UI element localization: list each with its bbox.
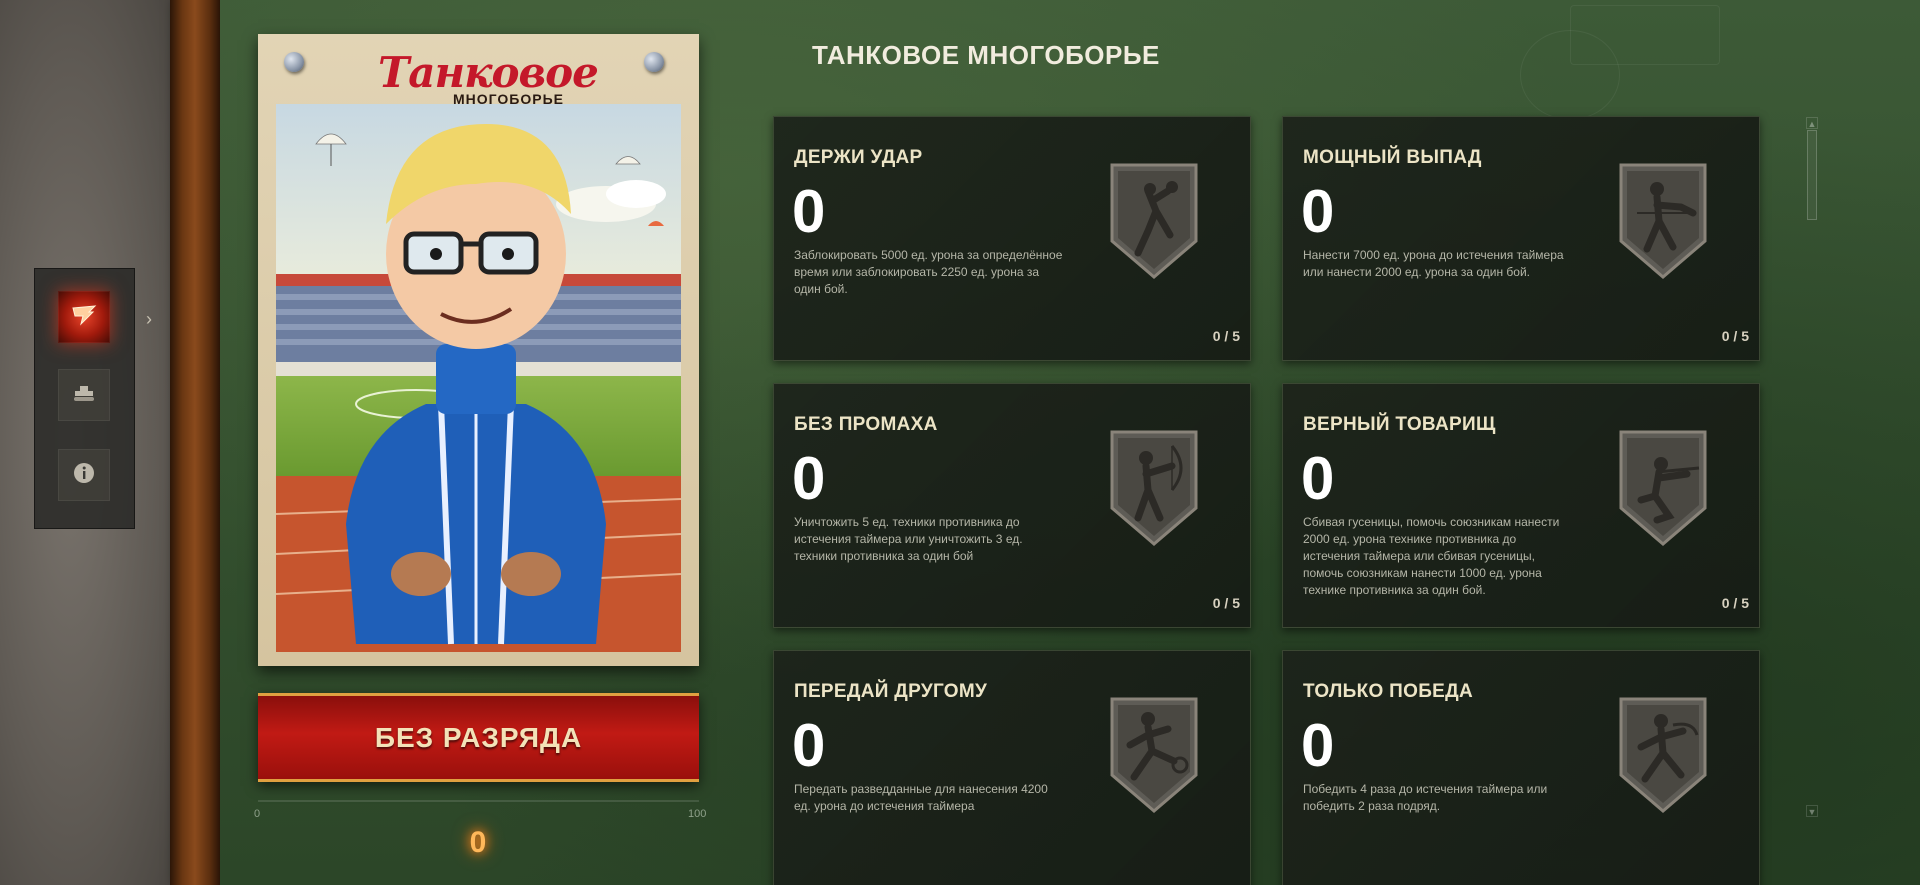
card-description: Заблокировать 5000 ед. урона за определё… [794,248,1063,296]
progress-min-label: 0 [254,808,261,820]
volleyball-player-badge-icon [1108,161,1200,281]
progress-max-label: 100 [688,808,707,820]
pin-icon [284,52,304,72]
shooter-badge-icon [1617,428,1709,548]
wooden-frame [170,0,220,885]
card-title: ТОЛЬКО ПОБЕДА [1303,681,1474,702]
card-title: ДЕРЖИ УДАР [794,147,923,168]
card-description: Нанести 7000 ед. урона до истечения тайм… [1303,248,1564,279]
progress-value: 0 [469,826,487,859]
card-progress: 0 / 5 [1212,595,1240,611]
scrollbar-thumb[interactable] [1807,130,1817,220]
nav-item-tank[interactable] [58,369,110,421]
card-title: БЕЗ ПРОМАХА [794,414,938,435]
event-poster: Танковое МНОГОБОРЬЕ [258,34,699,666]
card-count: 0 [1301,178,1335,245]
event-emblem-icon [71,304,97,331]
nav-item-event[interactable] [58,291,110,343]
page-title: ТАНКОВОЕ МНОГОБОРЬЕ [812,40,1160,70]
challenge-card[interactable]: МОЩНЫЙ ВЫПАД 0 Нанести 7000 ед. урона до… [1282,116,1760,361]
challenge-card[interactable]: ВЕРНЫЙ ТОВАРИЩ 0 Сбивая гусеницы, помочь… [1282,383,1760,628]
card-title: ПЕРЕДАЙ ДРУГОМУ [794,681,988,702]
card-title: МОЩНЫЙ ВЫПАД [1303,147,1482,168]
pin-icon [644,52,664,72]
archer-badge-icon [1108,428,1200,548]
card-description: Сбивая гусеницы, помочь союзникам нанест… [1303,515,1560,597]
card-description: Передать разведданные для нанесения 4200… [794,782,1048,813]
rank-label: БЕЗ РАЗРЯДА [374,721,583,753]
scroll-up-button[interactable]: ▲ [1806,117,1818,129]
poster-subtitle: МНОГОБОРЬЕ [453,91,564,107]
challenge-card[interactable]: ПЕРЕДАЙ ДРУГОМУ 0 Передать разведданные … [773,650,1251,885]
scroll-down-button[interactable]: ▼ [1806,805,1818,817]
card-progress: 0 / 5 [1212,328,1240,344]
card-count: 0 [792,445,826,512]
card-description: Победить 4 раза до истечения таймера или… [1303,782,1548,813]
poster-title: Танковое [378,48,599,97]
tank-icon [72,384,96,407]
card-count: 0 [792,178,826,245]
side-navigation [34,268,135,529]
card-progress: 0 / 5 [1721,595,1749,611]
fencer-badge-icon [1617,161,1709,281]
challenge-card[interactable]: ТОЛЬКО ПОБЕДА 0 Победить 4 раза до истеч… [1282,650,1760,885]
card-count: 0 [792,712,826,779]
chevron-right-icon: › [146,309,152,329]
rank-progress-bar [258,800,699,802]
rank-plate: БЕЗ РАЗРЯДА [258,693,699,782]
card-title: ВЕРНЫЙ ТОВАРИЩ [1303,414,1496,435]
card-count: 0 [1301,445,1335,512]
card-progress: 0 / 5 [1721,328,1749,344]
football-player-badge-icon [1108,695,1200,815]
runner-badge-icon [1617,695,1709,815]
challenge-card[interactable]: ДЕРЖИ УДАР 0 Заблокировать 5000 ед. урон… [773,116,1251,361]
card-count: 0 [1301,712,1335,779]
poster-illustration [275,104,682,652]
info-icon [73,462,95,489]
challenge-card[interactable]: БЕЗ ПРОМАХА 0 Уничтожить 5 ед. техники п… [773,383,1251,628]
card-description: Уничтожить 5 ед. техники противника до и… [794,515,1023,563]
nav-item-info[interactable] [58,449,110,501]
